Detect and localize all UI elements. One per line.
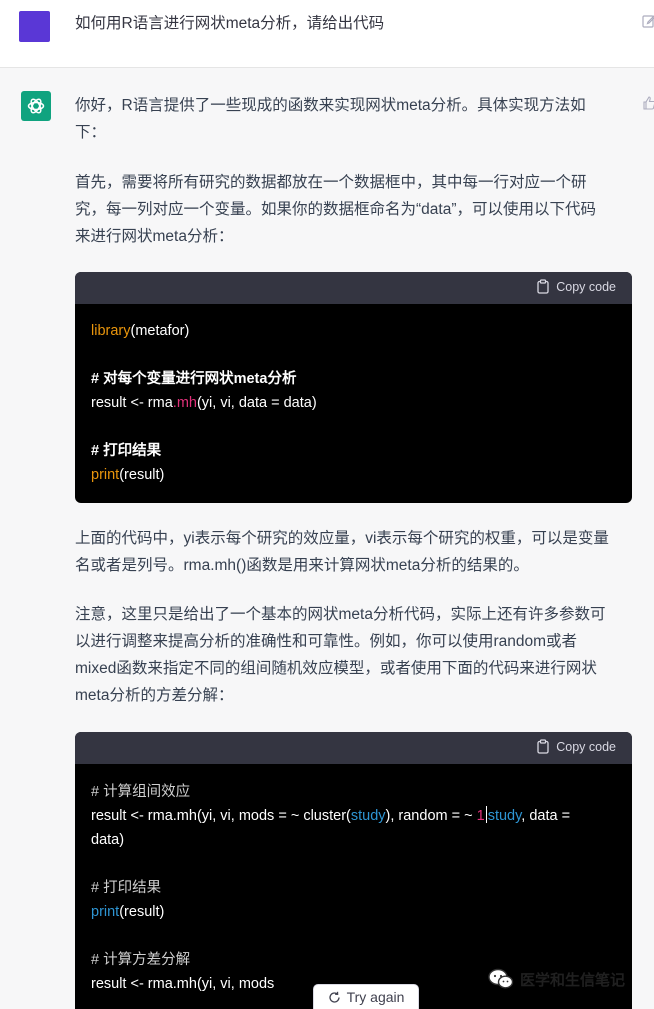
copy-code-button[interactable]: Copy code: [536, 739, 616, 754]
code-line: # 打印结果: [91, 439, 616, 463]
text-line: 下：: [75, 124, 107, 141]
code-line: result <- rma.mh(yi, vi, data = data): [91, 391, 616, 415]
text-line: meta分析的方差分解：: [75, 687, 234, 704]
code-function: library: [91, 323, 131, 339]
clipboard-icon: [537, 739, 549, 754]
code-comment: # 打印结果: [91, 443, 162, 459]
text-line: 来进行网状meta分析：: [75, 228, 234, 245]
text-line: 首先，需要将所有研究的数据都放在一个数据框中，其中每一行对应一个研: [75, 174, 587, 191]
refresh-icon: [328, 991, 340, 1003]
code-text: ), random = ~: [385, 808, 477, 824]
copy-code-button[interactable]: Copy code: [536, 279, 616, 294]
text-line: 上面的代码中，yi表示每个研究的效应量，vi表示每个研究的权重，可以是变量: [75, 530, 609, 547]
code-content: # 计算组间效应 result <- rma.mh(yi, vi, mods =…: [75, 764, 632, 996]
thumbs-up-icon[interactable]: [642, 96, 654, 110]
copy-code-label: Copy code: [556, 279, 616, 294]
user-message-row: 如何用R语言进行网状meta分析，请给出代码: [0, 0, 654, 68]
edit-icon[interactable]: [642, 14, 654, 28]
assistant-paragraph-explain: 上面的代码中，yi表示每个研究的效应量，vi表示每个研究的权重，可以是变量 名或…: [75, 525, 635, 579]
code-text: , data =: [521, 808, 571, 824]
code-line: # 对每个变量进行网状meta分析: [91, 367, 616, 391]
assistant-paragraph-data: 首先，需要将所有研究的数据都放在一个数据框中，其中每一行对应一个研 究，每一列对…: [75, 169, 635, 250]
openai-logo-icon: [27, 98, 45, 114]
code-function: print: [91, 467, 120, 483]
copy-code-label: Copy code: [556, 739, 616, 754]
text-line: 名或者是列号。rma.mh()函数是用来计算网状meta分析的结果的。: [75, 557, 529, 574]
code-block-1: Copy code library(metafor) # 对每个变量进行网状me…: [75, 272, 632, 503]
code-text: (metafor): [130, 323, 190, 339]
wechat-icon: [488, 968, 514, 989]
user-avatar: [19, 11, 50, 42]
try-again-button[interactable]: Try again: [313, 984, 419, 1009]
code-line: # 计算组间效应: [91, 780, 616, 804]
text-cursor: [485, 806, 487, 823]
code-line: result <- rma.mh(yi, vi, mods = ~ cluste…: [91, 804, 616, 828]
code-line: print(result): [91, 463, 616, 487]
text-line: 注意，这里只是给出了一个基本的网状meta分析代码，实际上还有许多参数可: [75, 606, 606, 623]
assistant-avatar: [21, 91, 51, 121]
code-text: result <- rma.mh(yi, vi, mods = ~ cluste…: [91, 808, 351, 824]
code-text: result <- rma: [91, 395, 173, 411]
clipboard-icon: [537, 279, 549, 294]
code-line: print(result): [91, 900, 616, 924]
code-function: print: [91, 904, 120, 920]
code-line: library(metafor): [91, 319, 616, 343]
code-variable: study: [350, 808, 386, 824]
code-text: (result): [119, 904, 165, 920]
code-comment: # 打印结果: [91, 880, 162, 896]
user-message-text: 如何用R语言进行网状meta分析，请给出代码: [75, 15, 385, 32]
text-line: mixed函数来指定不同的组间随机效应模型，或者使用下面的代码来进行网状: [75, 660, 597, 677]
code-line: # 打印结果: [91, 876, 616, 900]
code-block-header: Copy code: [75, 272, 632, 304]
text-line: 究，每一列对应一个变量。如果你的数据框命名为“data”，可以使用以下代码: [75, 201, 596, 218]
watermark-text: 医学和生信笔记: [520, 971, 626, 989]
watermark: 医学和生信笔记: [488, 968, 625, 990]
code-line: data): [91, 828, 616, 852]
code-comment: # 对每个变量进行网状meta分析: [91, 371, 297, 387]
code-text: data): [91, 832, 125, 848]
text-line: 以进行调整来提高分析的准确性和可靠性。例如，你可以使用random或者: [75, 633, 578, 650]
code-text: (result): [119, 467, 165, 483]
code-block-header: Copy code: [75, 732, 632, 764]
try-again-label: Try again: [346, 989, 405, 1005]
code-content: library(metafor) # 对每个变量进行网状meta分析 resul…: [75, 304, 632, 487]
assistant-paragraph-intro: 你好，R语言提供了一些现成的函数来实现网状meta分析。具体实现方法如 下：: [75, 92, 635, 146]
code-number: 1: [476, 808, 485, 824]
text-line: 你好，R语言提供了一些现成的函数来实现网状meta分析。具体实现方法如: [75, 97, 586, 114]
assistant-paragraph-note: 注意，这里只是给出了一个基本的网状meta分析代码，实际上还有许多参数可 以进行…: [75, 601, 635, 709]
code-comment: # 计算方差分解: [91, 952, 191, 968]
code-comment: # 计算组间效应: [91, 784, 191, 800]
code-variable: study: [487, 808, 522, 824]
code-method: .mh: [172, 395, 197, 411]
code-text: (yi, vi, data = data): [196, 395, 317, 411]
code-text: result <- rma.mh(yi, vi, mods: [91, 976, 275, 992]
